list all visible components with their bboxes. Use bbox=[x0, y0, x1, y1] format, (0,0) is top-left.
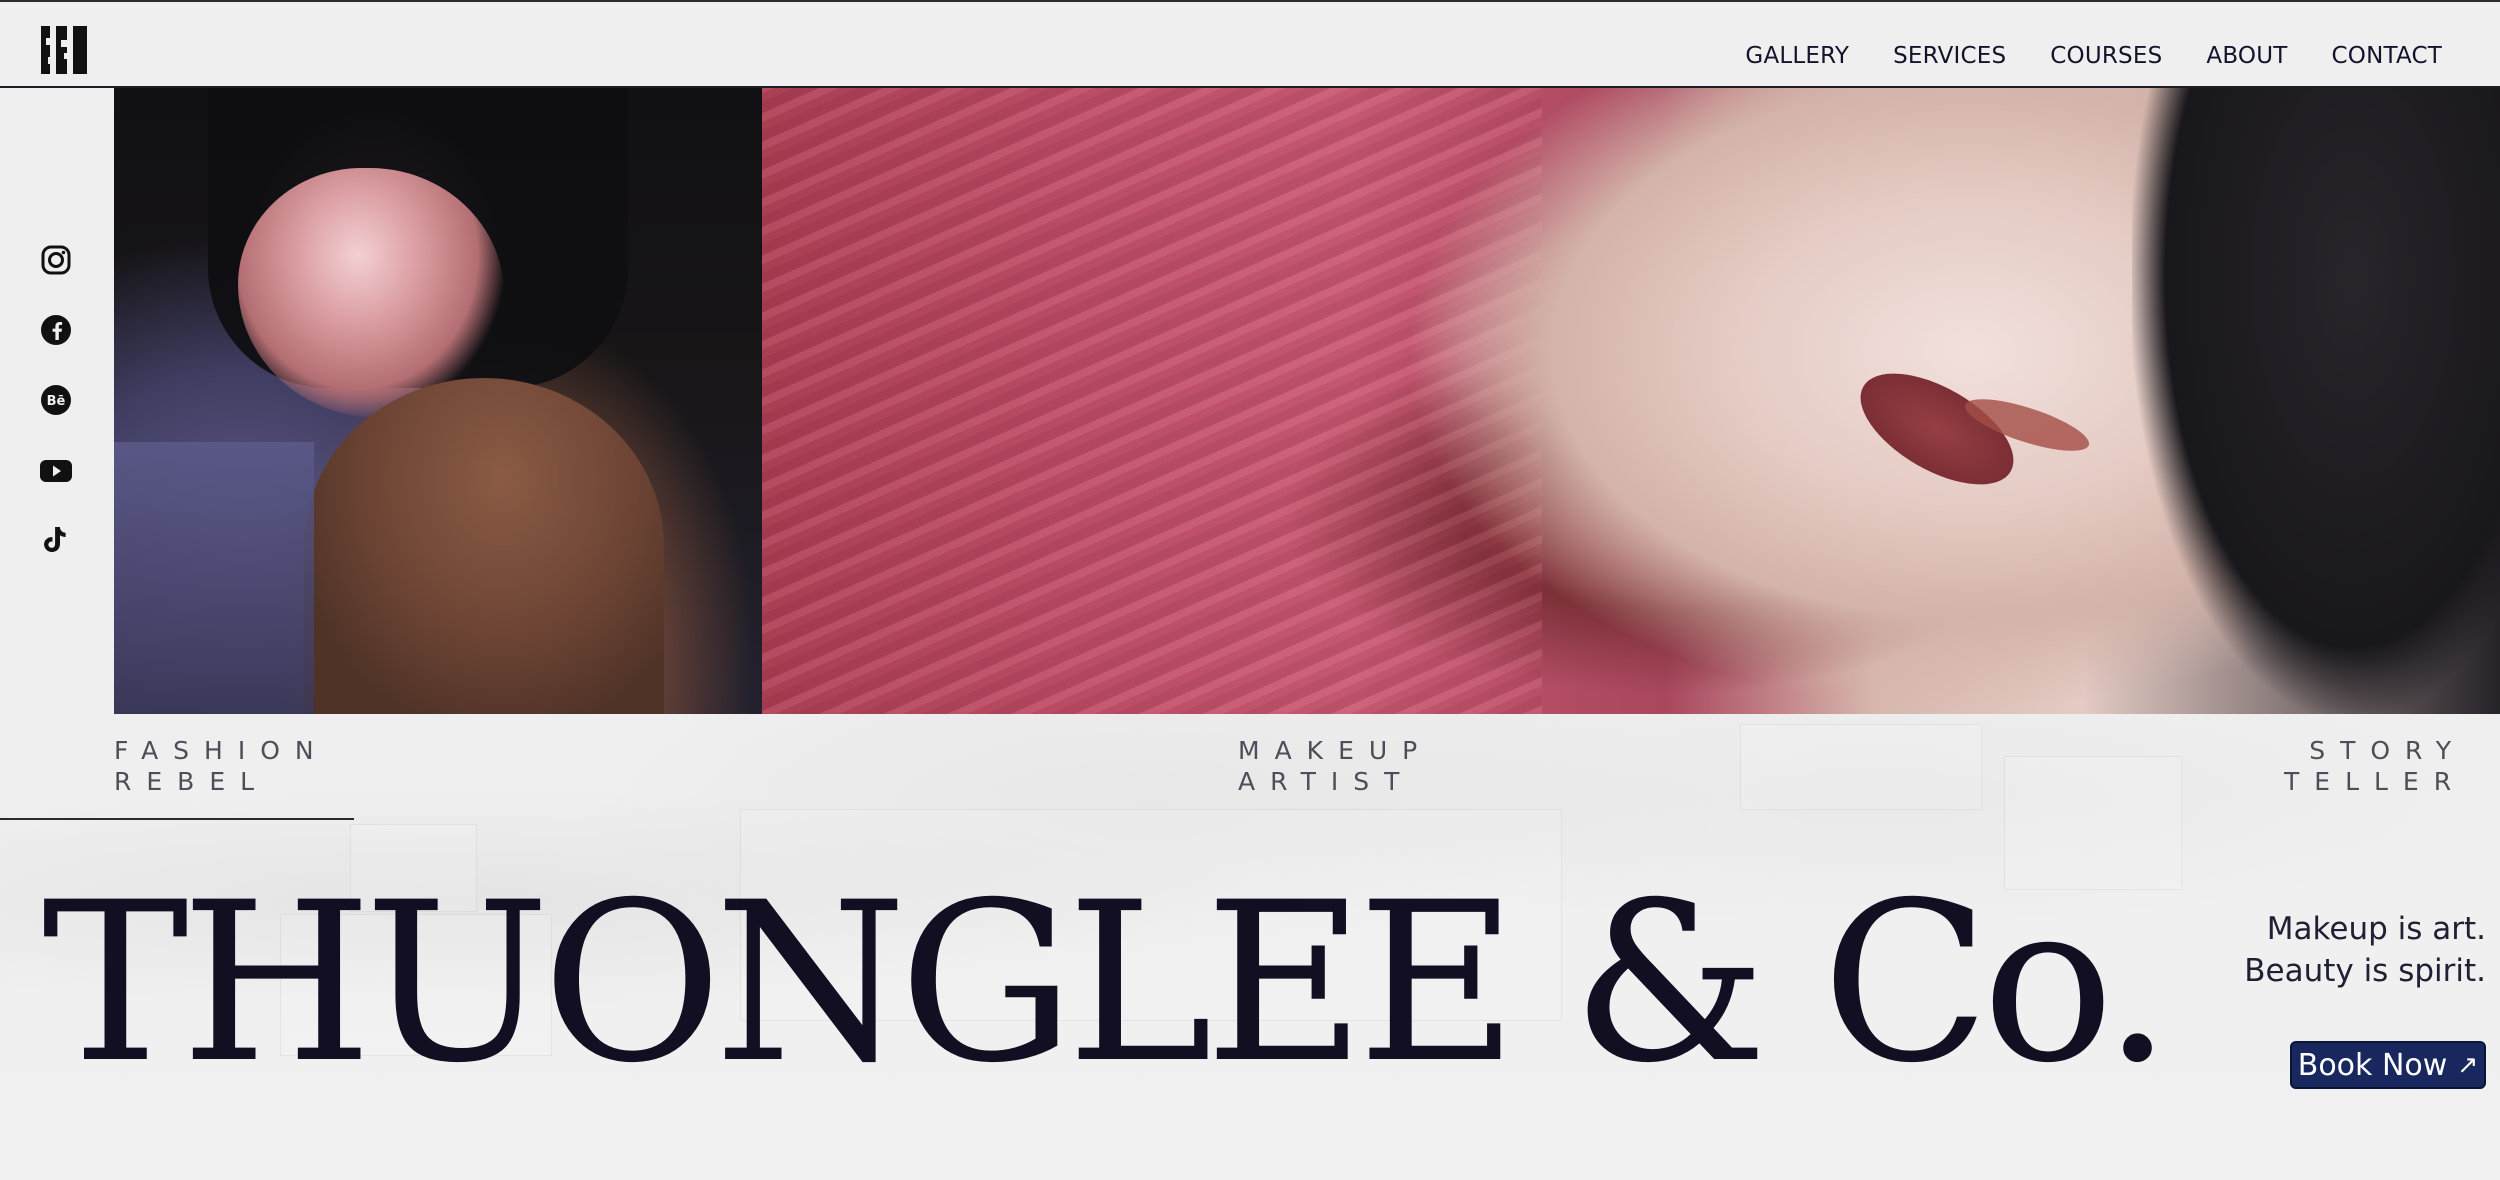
motto-line-2: Beauty is spirit. bbox=[2244, 953, 2486, 989]
social-rail: Bē bbox=[0, 88, 114, 714]
tagline-makeup: MAKEUP ARTIST bbox=[1238, 735, 1432, 797]
nav-about[interactable]: ABOUT bbox=[2206, 43, 2287, 69]
arrow-up-right-icon: ↗ bbox=[2457, 1049, 2479, 1079]
hero-image-left bbox=[114, 88, 762, 714]
instagram-icon[interactable] bbox=[38, 242, 74, 278]
tagline-storyteller-line-1: STORY bbox=[2309, 736, 2467, 765]
tiktok-icon[interactable] bbox=[38, 522, 74, 558]
tagline-fashion-line-1: FASHION bbox=[114, 736, 329, 765]
motto-block: Makeup is art. Beauty is spirit. bbox=[2244, 908, 2486, 992]
tagline-fashion-line-2: REBEL bbox=[114, 767, 270, 796]
nav-services[interactable]: SERVICES bbox=[1893, 43, 2006, 69]
tagline-makeup-line-2: ARTIST bbox=[1238, 767, 1415, 796]
tagline-fashion: FASHION REBEL bbox=[114, 735, 329, 797]
nav-contact[interactable]: CONTACT bbox=[2332, 43, 2442, 69]
book-now-button[interactable]: Book Now ↗ bbox=[2290, 1041, 2486, 1089]
youtube-icon[interactable] bbox=[38, 452, 74, 488]
facebook-icon[interactable] bbox=[38, 312, 74, 348]
nav-gallery[interactable]: GALLERY bbox=[1745, 43, 1849, 69]
nav-courses[interactable]: COURSES bbox=[2050, 43, 2162, 69]
tagline-makeup-line-1: MAKEUP bbox=[1238, 736, 1433, 765]
behance-icon[interactable]: Bē bbox=[38, 382, 74, 418]
hero-image-right bbox=[762, 88, 2500, 714]
book-now-label: Book Now bbox=[2297, 1047, 2448, 1083]
site-header: GALLERY SERVICES COURSES ABOUT CONTACT bbox=[0, 0, 2500, 88]
brand-logo[interactable] bbox=[40, 26, 88, 74]
brand-title: THUONGLEE & Co. bbox=[42, 855, 2172, 1111]
tagline-storyteller: STORY TELLER bbox=[2284, 735, 2466, 797]
hero-banner bbox=[114, 88, 2500, 714]
tagline-storyteller-line-2: TELLER bbox=[2284, 767, 2467, 796]
divider-rule bbox=[0, 818, 354, 820]
motto-line-1: Makeup is art. bbox=[2266, 911, 2486, 947]
main-navigation: GALLERY SERVICES COURSES ABOUT CONTACT bbox=[1745, 30, 2442, 82]
svg-text:Bē: Bē bbox=[47, 394, 66, 409]
